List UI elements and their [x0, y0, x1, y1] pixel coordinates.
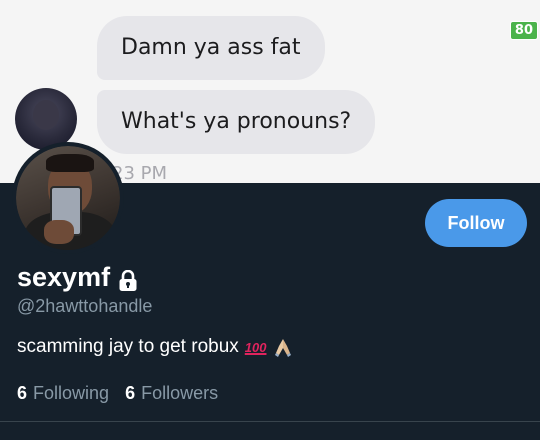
- followers-label: Followers: [141, 383, 219, 403]
- display-name: sexymf: [17, 262, 111, 292]
- bio-text: scamming jay to get robux: [17, 336, 239, 357]
- sender-avatar: [15, 88, 77, 150]
- corner-badge: 80: [509, 21, 538, 40]
- following-count: 6: [17, 383, 28, 403]
- divider: [0, 421, 540, 422]
- message-bubble: What's ya pronouns?: [97, 90, 376, 154]
- lock-icon: [118, 268, 138, 291]
- following-label: Following: [33, 383, 110, 403]
- followers-count: 6: [125, 383, 136, 403]
- profile-avatar[interactable]: [12, 142, 124, 254]
- profile-handle: @2hawttohandle: [17, 296, 153, 316]
- display-name-row: sexymf: [17, 262, 138, 293]
- hundred-points-icon: 100: [244, 339, 267, 355]
- message-text: What's ya pronouns?: [121, 109, 352, 134]
- followers-link[interactable]: 6 Followers: [125, 383, 218, 404]
- message-bubble: Damn ya ass fat: [97, 16, 325, 80]
- follow-stats: 6 Following 6 Followers: [17, 383, 218, 404]
- follow-button[interactable]: Follow: [425, 199, 527, 247]
- profile-bio: scamming jay to get robux 100: [17, 336, 294, 358]
- following-link[interactable]: 6 Following: [17, 383, 109, 404]
- folded-hands-icon: [272, 336, 294, 358]
- message-text: Damn ya ass fat: [121, 35, 301, 60]
